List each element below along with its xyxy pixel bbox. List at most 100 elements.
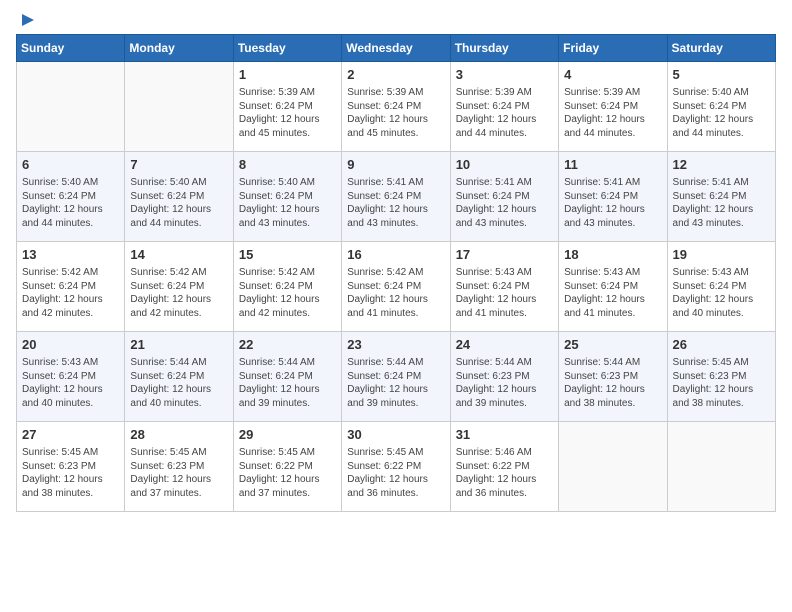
day-info: Sunrise: 5:39 AM Sunset: 6:24 PM Dayligh… — [239, 86, 336, 140]
day-info: Sunrise: 5:42 AM Sunset: 6:24 PM Dayligh… — [130, 266, 227, 320]
day-info: Sunrise: 5:44 AM Sunset: 6:24 PM Dayligh… — [239, 356, 336, 410]
day-number: 28 — [130, 426, 227, 444]
calendar-cell: 19 Sunrise: 5:43 AM Sunset: 6:24 PM Dayli… — [667, 242, 775, 332]
day-number: 31 — [456, 426, 553, 444]
day-number: 9 — [347, 156, 444, 174]
calendar-cell: 26Sunrise: 5:45 AM Sunset: 6:23 PM Dayli… — [667, 332, 775, 422]
day-info: Sunrise: 5:46 AM Sunset: 6:22 PM Dayligh… — [456, 446, 553, 500]
calendar-cell: 11 Sunrise: 5:41 AM Sunset: 6:24 PM Dayli… — [559, 152, 667, 242]
weekday-header-wednesday: Wednesday — [342, 35, 450, 62]
day-number: 11 — [564, 156, 661, 174]
day-number: 18 — [564, 246, 661, 264]
weekday-header-friday: Friday — [559, 35, 667, 62]
calendar-cell: 31 Sunrise: 5:46 AM Sunset: 6:22 PM Dayli… — [450, 422, 558, 512]
calendar-cell — [17, 62, 125, 152]
day-number: 27 — [22, 426, 119, 444]
day-info: Sunrise: 5:39 AM Sunset: 6:24 PM Dayligh… — [564, 86, 661, 140]
day-info: Sunrise: 5:41 AM Sunset: 6:24 PM Dayligh… — [456, 176, 553, 230]
day-info: Sunrise: 5:44 AM Sunset: 6:23 PM Dayligh… — [456, 356, 553, 410]
calendar-table: SundayMondayTuesdayWednesdayThursdayFrid… — [16, 34, 776, 512]
day-number: 24 — [456, 336, 553, 354]
calendar-cell: 5 Sunrise: 5:40 AM Sunset: 6:24 PM Daylig… — [667, 62, 775, 152]
day-info: Sunrise: 5:42 AM Sunset: 6:24 PM Dayligh… — [347, 266, 444, 320]
weekday-header-monday: Monday — [125, 35, 233, 62]
day-info: Sunrise: 5:44 AM Sunset: 6:24 PM Dayligh… — [347, 356, 444, 410]
day-number: 22 — [239, 336, 336, 354]
calendar-cell: 23 Sunrise: 5:44 AM Sunset: 6:24 PM Dayli… — [342, 332, 450, 422]
calendar-cell: 6Sunrise: 5:40 AM Sunset: 6:24 PM Daylig… — [17, 152, 125, 242]
day-info: Sunrise: 5:42 AM Sunset: 6:24 PM Dayligh… — [22, 266, 119, 320]
calendar-cell: 12 Sunrise: 5:41 AM Sunset: 6:24 PM Dayli… — [667, 152, 775, 242]
logo — [16, 16, 36, 24]
calendar-cell: 4Sunrise: 5:39 AM Sunset: 6:24 PM Daylig… — [559, 62, 667, 152]
calendar-cell: 21Sunrise: 5:44 AM Sunset: 6:24 PM Dayli… — [125, 332, 233, 422]
day-number: 19 — [673, 246, 770, 264]
day-info: Sunrise: 5:45 AM Sunset: 6:22 PM Dayligh… — [239, 446, 336, 500]
day-info: Sunrise: 5:43 AM Sunset: 6:24 PM Dayligh… — [456, 266, 553, 320]
day-info: Sunrise: 5:41 AM Sunset: 6:24 PM Dayligh… — [673, 176, 770, 230]
calendar-cell: 22 Sunrise: 5:44 AM Sunset: 6:24 PM Dayli… — [233, 332, 341, 422]
day-info: Sunrise: 5:44 AM Sunset: 6:23 PM Dayligh… — [564, 356, 661, 410]
day-info: Sunrise: 5:39 AM Sunset: 6:24 PM Dayligh… — [456, 86, 553, 140]
day-number: 15 — [239, 246, 336, 264]
day-number: 30 — [347, 426, 444, 444]
day-number: 14 — [130, 246, 227, 264]
day-info: Sunrise: 5:40 AM Sunset: 6:24 PM Dayligh… — [130, 176, 227, 230]
calendar-cell: 7Sunrise: 5:40 AM Sunset: 6:24 PM Daylig… — [125, 152, 233, 242]
weekday-header-thursday: Thursday — [450, 35, 558, 62]
day-info: Sunrise: 5:40 AM Sunset: 6:24 PM Dayligh… — [22, 176, 119, 230]
day-info: Sunrise: 5:43 AM Sunset: 6:24 PM Dayligh… — [673, 266, 770, 320]
day-number: 8 — [239, 156, 336, 174]
day-number: 20 — [22, 336, 119, 354]
calendar-cell: 13 Sunrise: 5:42 AM Sunset: 6:24 PM Dayli… — [17, 242, 125, 332]
day-number: 29 — [239, 426, 336, 444]
day-number: 23 — [347, 336, 444, 354]
day-info: Sunrise: 5:45 AM Sunset: 6:23 PM Dayligh… — [22, 446, 119, 500]
day-number: 3 — [456, 66, 553, 84]
day-number: 17 — [456, 246, 553, 264]
logo-flag-icon — [18, 12, 36, 30]
day-info: Sunrise: 5:44 AM Sunset: 6:24 PM Dayligh… — [130, 356, 227, 410]
day-info: Sunrise: 5:41 AM Sunset: 6:24 PM Dayligh… — [564, 176, 661, 230]
weekday-header-tuesday: Tuesday — [233, 35, 341, 62]
day-number: 10 — [456, 156, 553, 174]
calendar-cell: 14 Sunrise: 5:42 AM Sunset: 6:24 PM Dayli… — [125, 242, 233, 332]
weekday-header-sunday: Sunday — [17, 35, 125, 62]
day-number: 16 — [347, 246, 444, 264]
calendar-cell: 1 Sunrise: 5:39 AM Sunset: 6:24 PM Daylig… — [233, 62, 341, 152]
calendar-cell: 18 Sunrise: 5:43 AM Sunset: 6:24 PM Dayli… — [559, 242, 667, 332]
day-info: Sunrise: 5:40 AM Sunset: 6:24 PM Dayligh… — [239, 176, 336, 230]
calendar-cell: 30 Sunrise: 5:45 AM Sunset: 6:22 PM Dayli… — [342, 422, 450, 512]
day-info: Sunrise: 5:45 AM Sunset: 6:22 PM Dayligh… — [347, 446, 444, 500]
calendar-cell: 10 Sunrise: 5:41 AM Sunset: 6:24 PM Dayli… — [450, 152, 558, 242]
page-header — [16, 16, 776, 24]
day-info: Sunrise: 5:43 AM Sunset: 6:24 PM Dayligh… — [564, 266, 661, 320]
calendar-cell — [125, 62, 233, 152]
day-number: 1 — [239, 66, 336, 84]
calendar-cell: 29 Sunrise: 5:45 AM Sunset: 6:22 PM Dayli… — [233, 422, 341, 512]
calendar-cell: 15 Sunrise: 5:42 AM Sunset: 6:24 PM Dayli… — [233, 242, 341, 332]
day-info: Sunrise: 5:40 AM Sunset: 6:24 PM Dayligh… — [673, 86, 770, 140]
day-info: Sunrise: 5:43 AM Sunset: 6:24 PM Dayligh… — [22, 356, 119, 410]
calendar-cell — [559, 422, 667, 512]
calendar-cell — [667, 422, 775, 512]
day-number: 25 — [564, 336, 661, 354]
calendar-cell: 24 Sunrise: 5:44 AM Sunset: 6:23 PM Dayli… — [450, 332, 558, 422]
day-number: 26 — [673, 336, 770, 354]
day-info: Sunrise: 5:41 AM Sunset: 6:24 PM Dayligh… — [347, 176, 444, 230]
calendar-cell: 16 Sunrise: 5:42 AM Sunset: 6:24 PM Dayli… — [342, 242, 450, 332]
calendar-cell: 17 Sunrise: 5:43 AM Sunset: 6:24 PM Dayli… — [450, 242, 558, 332]
day-info: Sunrise: 5:39 AM Sunset: 6:24 PM Dayligh… — [347, 86, 444, 140]
calendar-cell: 28 Sunrise: 5:45 AM Sunset: 6:23 PM Dayli… — [125, 422, 233, 512]
day-info: Sunrise: 5:42 AM Sunset: 6:24 PM Dayligh… — [239, 266, 336, 320]
day-number: 5 — [673, 66, 770, 84]
day-number: 12 — [673, 156, 770, 174]
calendar-cell: 9 Sunrise: 5:41 AM Sunset: 6:24 PM Daylig… — [342, 152, 450, 242]
calendar-cell: 20 Sunrise: 5:43 AM Sunset: 6:24 PM Dayli… — [17, 332, 125, 422]
day-info: Sunrise: 5:45 AM Sunset: 6:23 PM Dayligh… — [130, 446, 227, 500]
calendar-cell: 2 Sunrise: 5:39 AM Sunset: 6:24 PM Daylig… — [342, 62, 450, 152]
calendar-cell: 27 Sunrise: 5:45 AM Sunset: 6:23 PM Dayli… — [17, 422, 125, 512]
day-number: 2 — [347, 66, 444, 84]
day-number: 13 — [22, 246, 119, 264]
calendar-cell: 8 Sunrise: 5:40 AM Sunset: 6:24 PM Daylig… — [233, 152, 341, 242]
